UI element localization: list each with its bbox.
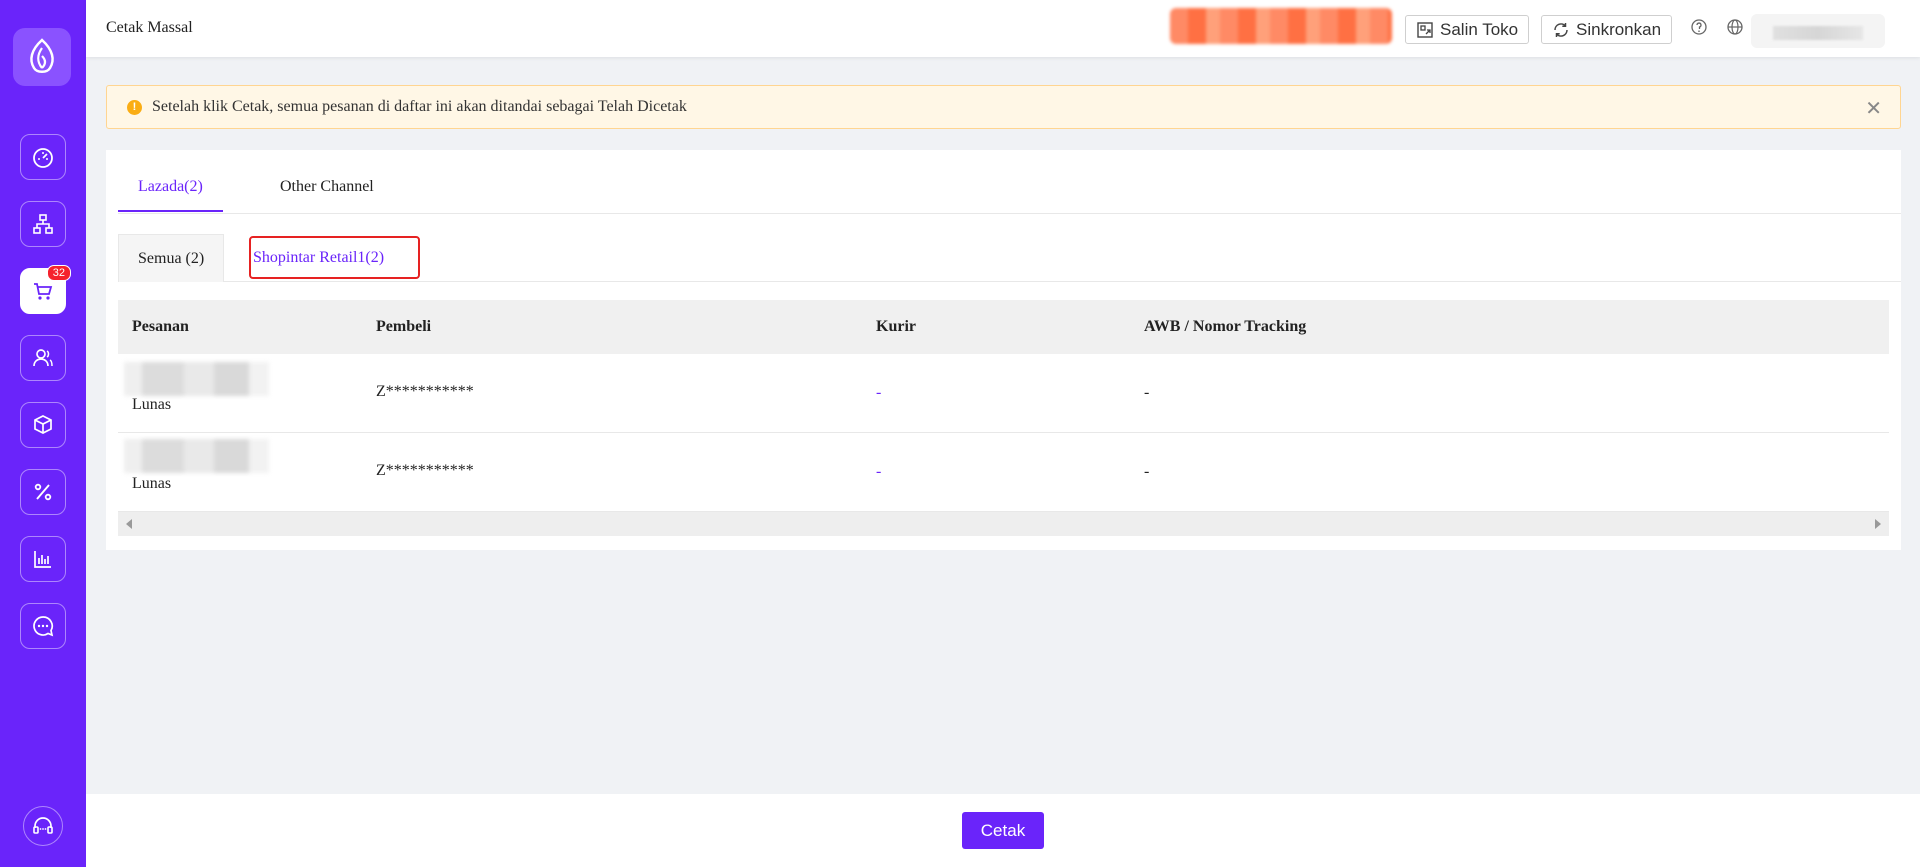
percent-icon xyxy=(34,483,52,501)
courier-value: - xyxy=(876,384,882,401)
sync-button[interactable]: Sinkronkan xyxy=(1541,15,1673,44)
order-id-redacted xyxy=(124,439,269,473)
shop-subtabs: Semua (2) Shopintar Retail1(2) xyxy=(118,234,1901,282)
column-header-awb: AWB / Nomor Tracking xyxy=(1144,318,1307,335)
help-icon xyxy=(1691,19,1707,35)
subtab-shop-label: Shopintar Retail1(2) xyxy=(253,249,385,266)
buyer-name: Z*********** xyxy=(376,462,474,479)
action-footer: Cetak xyxy=(86,794,1920,867)
dashboard-icon xyxy=(33,148,53,168)
scroll-left-icon[interactable] xyxy=(126,519,132,529)
sync-label: Sinkronkan xyxy=(1576,19,1662,39)
awb-value: - xyxy=(1144,463,1150,480)
package-icon xyxy=(34,415,52,434)
nav-support[interactable] xyxy=(23,806,63,846)
nav-reports[interactable] xyxy=(20,536,66,582)
globe-icon xyxy=(1727,19,1743,35)
warning-icon: ! xyxy=(127,100,142,115)
active-tab-indicator xyxy=(118,210,223,212)
chat-icon xyxy=(33,616,54,637)
language-button[interactable] xyxy=(1726,18,1744,41)
nav-chat[interactable] xyxy=(20,603,66,649)
horizontal-scrollbar[interactable] xyxy=(118,512,1889,536)
orders-card: Lazada(2) Other Channel Semua (2) Shopin… xyxy=(106,150,1901,550)
courier-value: - xyxy=(876,463,882,480)
network-icon xyxy=(33,214,53,234)
order-id-redacted xyxy=(124,362,269,396)
users-icon xyxy=(33,349,53,367)
payment-status: Lunas xyxy=(132,475,172,492)
nav-customers[interactable] xyxy=(20,335,66,381)
user-menu-redacted[interactable] xyxy=(1751,14,1885,48)
leaf-logo-icon xyxy=(30,38,54,73)
cart-icon xyxy=(34,283,53,300)
subtab-all[interactable]: Semua (2) xyxy=(118,234,225,282)
tab-other-channel[interactable]: Other Channel xyxy=(280,178,374,196)
payment-status: Lunas xyxy=(132,396,172,413)
shop-selector-redacted[interactable] xyxy=(1170,8,1392,44)
buyer-name: Z*********** xyxy=(376,383,474,400)
nav-dashboard[interactable] xyxy=(20,134,66,180)
channel-tabs: Lazada(2) Other Channel xyxy=(118,150,1901,214)
help-button[interactable] xyxy=(1690,18,1708,41)
page-title: Cetak Massal xyxy=(106,19,193,36)
column-header-order: Pesanan xyxy=(132,318,189,335)
copy-shop-icon xyxy=(1417,21,1433,38)
app-logo[interactable] xyxy=(13,28,71,86)
awb-value: - xyxy=(1144,384,1150,401)
tab-lazada[interactable]: Lazada(2) xyxy=(138,178,203,196)
subtab-all-label: Semua (2) xyxy=(138,249,205,267)
sync-icon xyxy=(1554,22,1568,37)
print-button[interactable]: Cetak xyxy=(962,812,1044,849)
table-row[interactable]: Lunas Z*********** - - xyxy=(118,354,1889,433)
orders-table: Pesanan Pembeli Kurir AWB / Nomor Tracki… xyxy=(118,300,1889,536)
column-header-courier: Kurir xyxy=(876,318,916,335)
print-warning-alert: ! Setelah klik Cetak, semua pesanan di d… xyxy=(106,85,1901,129)
copy-shop-button[interactable]: Salin Toko xyxy=(1405,15,1530,44)
alert-message: Setelah klik Cetak, semua pesanan di daf… xyxy=(152,98,687,115)
copy-shop-label: Salin Toko xyxy=(1440,19,1519,39)
order-count-badge: 32 xyxy=(46,265,71,281)
top-header: Cetak Massal Salin Toko Sinkronkan xyxy=(86,0,1920,57)
nav-promotions[interactable] xyxy=(20,469,66,515)
table-header: Pesanan Pembeli Kurir AWB / Nomor Tracki… xyxy=(118,300,1889,354)
table-row[interactable]: Lunas Z*********** - - xyxy=(118,433,1889,512)
column-header-buyer: Pembeli xyxy=(376,318,432,335)
chart-icon xyxy=(34,551,51,568)
alert-close-icon[interactable]: ✕ xyxy=(1865,96,1882,121)
scroll-right-icon[interactable] xyxy=(1875,519,1881,529)
sidebar: 32 xyxy=(0,0,86,867)
nav-network[interactable] xyxy=(20,201,66,247)
nav-products[interactable] xyxy=(20,402,66,448)
nav-orders[interactable]: 32 xyxy=(20,265,71,314)
headset-icon xyxy=(33,817,53,834)
subtab-shopintar-retail1[interactable]: Shopintar Retail1(2) xyxy=(234,234,403,282)
